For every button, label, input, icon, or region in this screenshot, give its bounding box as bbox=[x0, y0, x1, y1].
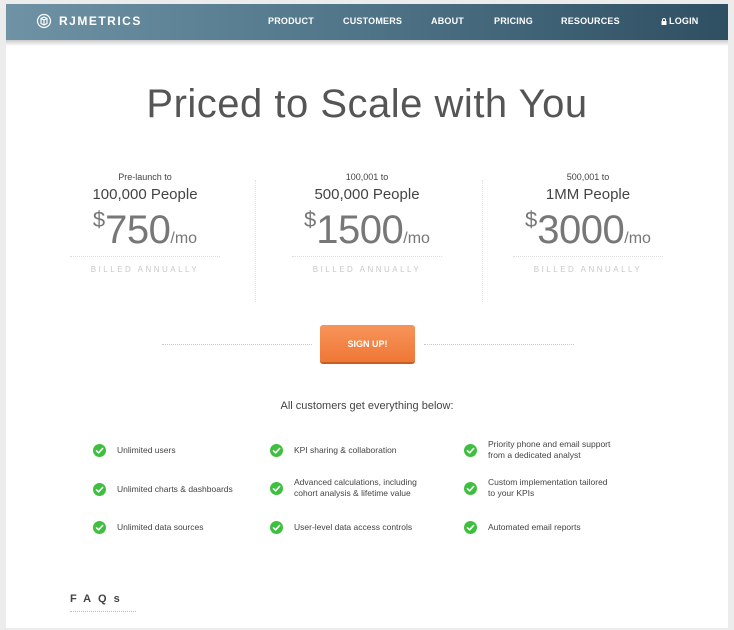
plan-range: 100,000 People bbox=[92, 186, 198, 203]
feature-item: Unlimited users bbox=[93, 444, 176, 457]
price-period: /mo bbox=[624, 230, 651, 247]
feature-item: Automated email reports bbox=[464, 521, 581, 534]
plan-price: $1500/mo bbox=[267, 207, 467, 253]
nav-product[interactable]: PRODUCT bbox=[268, 16, 314, 26]
dotted-rule-left bbox=[162, 344, 312, 345]
faq-underline bbox=[70, 611, 136, 612]
check-icon bbox=[93, 444, 106, 457]
feature-label-line: Priority phone and email support bbox=[488, 439, 611, 449]
check-icon bbox=[93, 521, 106, 534]
check-icon bbox=[464, 521, 477, 534]
feature-label: KPI sharing & collaboration bbox=[294, 445, 397, 455]
billing-note: BILLED ANNUALLY bbox=[533, 265, 643, 274]
feature-label: Advanced calculations, including cohort a… bbox=[294, 477, 417, 499]
plan-card: 100,001 to 500,000 People $1500/mo BILLE… bbox=[267, 172, 467, 274]
plan-card: 500,001 to 1MM People $3000/mo BILLED AN… bbox=[488, 172, 688, 274]
check-icon bbox=[93, 483, 106, 496]
plan-range-prefix: 500,001 to bbox=[566, 172, 610, 182]
nav-resources[interactable]: RESOURCES bbox=[561, 16, 620, 26]
price-amount: 750 bbox=[105, 208, 171, 252]
feature-label: Unlimited charts & dashboards bbox=[117, 484, 233, 494]
price-currency: $ bbox=[92, 207, 106, 232]
top-nav: RJMETRICS PRODUCT CUSTOMERS ABOUT PRICIN… bbox=[6, 4, 728, 40]
check-icon bbox=[270, 521, 283, 534]
price-divider bbox=[292, 256, 442, 257]
feature-label: Priority phone and email support from a d… bbox=[488, 439, 610, 461]
logo[interactable]: RJMETRICS bbox=[36, 13, 142, 29]
nav-customers[interactable]: CUSTOMERS bbox=[343, 16, 402, 26]
price-divider bbox=[70, 256, 220, 257]
feature-label-line: to your KPIs bbox=[488, 488, 535, 498]
feature-label-line: cohort analysis & lifetime value bbox=[294, 488, 411, 498]
feature-label: Unlimited users bbox=[117, 445, 176, 455]
feature-label: User-level data access controls bbox=[294, 522, 413, 532]
logo-icon bbox=[36, 13, 52, 29]
plan-price: $750/mo bbox=[45, 207, 245, 253]
page-frame: RJMETRICS PRODUCT CUSTOMERS ABOUT PRICIN… bbox=[6, 4, 728, 628]
nav-about[interactable]: ABOUT bbox=[431, 16, 464, 26]
logo-text: RJMETRICS bbox=[59, 14, 142, 28]
price-currency: $ bbox=[525, 207, 538, 232]
plan-range-prefix: 100,001 to bbox=[345, 172, 389, 182]
plan-price: $3000/mo bbox=[488, 207, 688, 253]
feature-item: KPI sharing & collaboration bbox=[270, 444, 397, 457]
feature-item: Advanced calculations, including cohort a… bbox=[270, 477, 417, 499]
feature-label: Automated email reports bbox=[488, 522, 581, 532]
price-currency: $ bbox=[304, 207, 317, 232]
feature-label-line: Advanced calculations, including bbox=[294, 477, 417, 487]
plan-range: 500,000 People bbox=[314, 186, 420, 203]
lock-icon bbox=[661, 17, 667, 25]
feature-label-line: Custom implementation tailored bbox=[488, 477, 608, 487]
feature-item: Unlimited data sources bbox=[93, 521, 203, 534]
price-period: /mo bbox=[170, 230, 198, 247]
feature-label: Custom implementation tailored to your KP… bbox=[488, 477, 608, 499]
plan-range-prefix: Pre-launch to bbox=[118, 172, 172, 182]
dotted-rule-right bbox=[424, 344, 574, 345]
column-divider bbox=[255, 180, 256, 302]
nav-login[interactable]: LOGIN bbox=[661, 16, 699, 26]
check-icon bbox=[270, 444, 283, 457]
plan-card: Pre-launch to 100,000 People $750/mo BIL… bbox=[45, 172, 245, 274]
features-heading: All customers get everything below: bbox=[280, 400, 454, 412]
nav-pricing[interactable]: PRICING bbox=[494, 16, 533, 26]
faq-heading[interactable]: FAQs bbox=[70, 593, 127, 605]
check-icon bbox=[464, 481, 477, 495]
nav-shadow bbox=[6, 40, 728, 46]
feature-item: Custom implementation tailored to your KP… bbox=[464, 477, 608, 499]
check-icon bbox=[464, 443, 477, 457]
feature-item: Unlimited charts & dashboards bbox=[93, 483, 233, 496]
feature-label: Unlimited data sources bbox=[117, 522, 204, 532]
feature-item: User-level data access controls bbox=[270, 521, 412, 534]
price-amount: 1500 bbox=[316, 208, 404, 252]
price-amount: 3000 bbox=[537, 208, 625, 252]
price-divider bbox=[513, 256, 663, 257]
check-icon bbox=[270, 481, 283, 495]
column-divider bbox=[482, 180, 483, 302]
login-label: LOGIN bbox=[669, 16, 699, 26]
page-title: Priced to Scale with You bbox=[146, 82, 588, 126]
billing-note: BILLED ANNUALLY bbox=[90, 265, 200, 274]
billing-note: BILLED ANNUALLY bbox=[312, 265, 422, 274]
feature-item: Priority phone and email support from a d… bbox=[464, 439, 610, 461]
signup-button[interactable]: SIGN UP! bbox=[320, 325, 415, 362]
price-period: /mo bbox=[403, 230, 430, 247]
feature-label-line: from a dedicated analyst bbox=[488, 450, 581, 460]
plan-range: 1MM People bbox=[545, 186, 631, 203]
